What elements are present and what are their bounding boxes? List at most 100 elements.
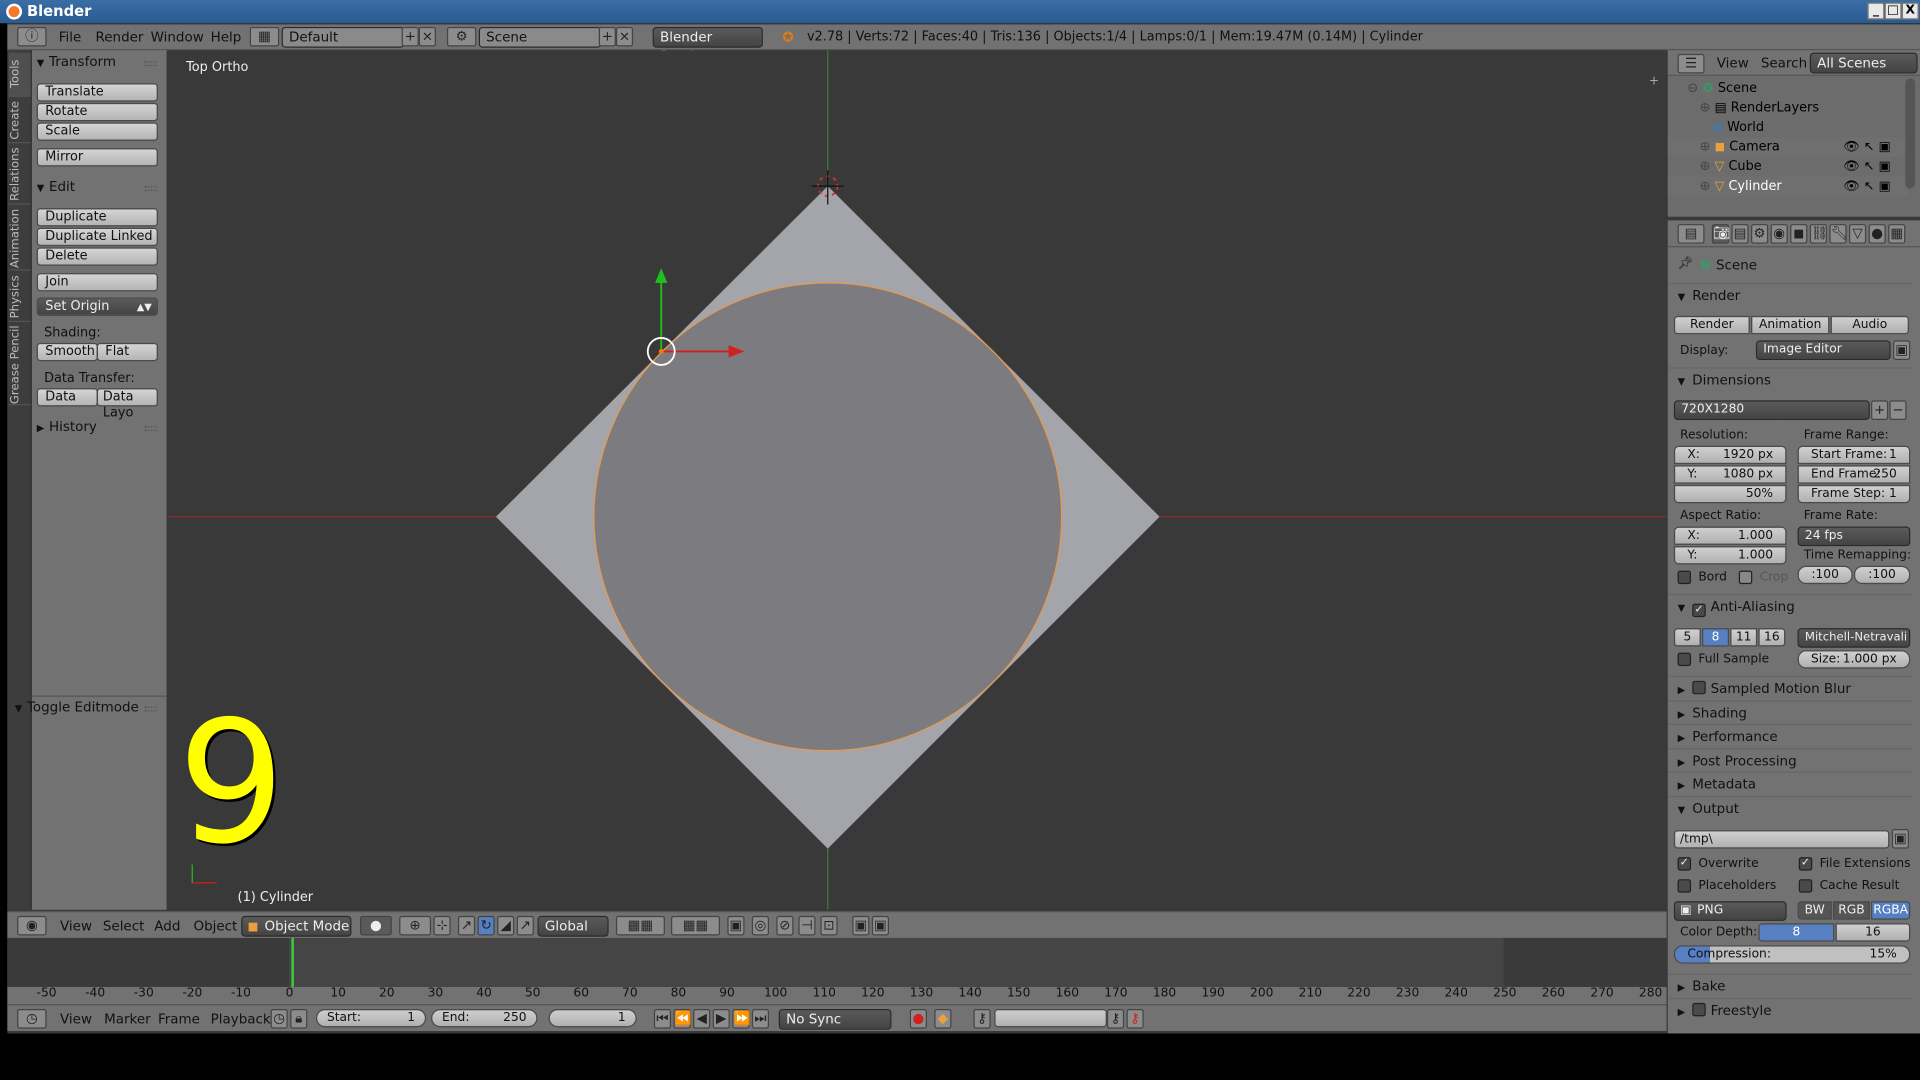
full-sample-checkbox[interactable]: [1677, 652, 1692, 667]
object-tab-icon[interactable]: ◼: [1790, 224, 1808, 244]
section-shading[interactable]: ▶ Shading: [1667, 700, 1913, 723]
set-origin-dropdown[interactable]: Set Origin ▲▼: [36, 297, 158, 316]
texture-tab-icon[interactable]: ▦: [1888, 224, 1906, 244]
layout-remove-icon[interactable]: ×: [418, 26, 436, 47]
section-motion-blur[interactable]: ▶ Sampled Motion Blur: [1667, 675, 1913, 699]
section-post-processing[interactable]: ▶ Post Processing: [1667, 748, 1913, 771]
layer-lock-icon[interactable]: ▣: [727, 915, 745, 936]
close-button[interactable]: X: [1901, 2, 1919, 20]
scene-icon[interactable]: ⚙: [446, 26, 477, 47]
motion-blur-checkbox[interactable]: [1692, 680, 1706, 695]
menu-object[interactable]: Object: [193, 917, 237, 935]
border-checkbox[interactable]: [1677, 570, 1692, 585]
fps-dropdown[interactable]: 24 fps: [1797, 526, 1911, 547]
pivot-point-icon[interactable]: ⊕: [399, 915, 432, 936]
scale-manipulator-icon[interactable]: ◢: [497, 915, 515, 936]
section-anti-aliasing[interactable]: ▼ ✓ Anti-Aliasing: [1667, 593, 1913, 618]
minimize-button[interactable]: _: [1867, 2, 1885, 20]
smooth-button[interactable]: Smooth: [36, 342, 98, 362]
outliner-scrollbar[interactable]: [1905, 78, 1916, 189]
duplicate-button[interactable]: Duplicate: [36, 208, 158, 227]
orientation-dropdown[interactable]: Global: [537, 915, 609, 937]
aa-filter-dropdown[interactable]: Mitchell-Netravali: [1797, 628, 1911, 648]
outliner-item-camera[interactable]: ⊕ ◼ Camera 👁︎ ↖ ▣: [1667, 137, 1908, 157]
display-dropdown[interactable]: Image Editor: [1755, 340, 1891, 361]
outliner-item-cylinder[interactable]: ⊕ ▽ Cylinder 👁︎ ↖ ▣: [1667, 176, 1908, 196]
panel-grip-icon[interactable]: [144, 61, 157, 67]
insert-keyframe-icon[interactable]: ⚷: [1106, 1008, 1125, 1029]
active-keying-set-field[interactable]: [994, 1008, 1107, 1028]
tab-grease-pencil[interactable]: Grease Pencil: [8, 324, 31, 406]
color-rgba-button[interactable]: RGBA: [1871, 901, 1911, 920]
play-reverse-icon[interactable]: ◀: [693, 1008, 711, 1029]
cylinder-object[interactable]: [593, 282, 1063, 752]
outliner-item-cube[interactable]: ⊕ ▽ Cube 👁︎ ↖ ▣: [1668, 157, 1908, 177]
end-frame-prop-field[interactable]: End Frame: 250: [1797, 465, 1911, 484]
scene-remove-icon[interactable]: ×: [615, 26, 634, 47]
section-render[interactable]: ▼ Render: [1667, 282, 1913, 306]
outliner-menu-view[interactable]: View: [1717, 54, 1749, 72]
color-rgb-button[interactable]: RGB: [1833, 901, 1870, 920]
preset-add-icon[interactable]: +: [1871, 400, 1889, 421]
current-frame-field[interactable]: 1: [548, 1008, 637, 1028]
preview-range-icon[interactable]: ◷: [270, 1008, 288, 1029]
file-extensions-checkbox[interactable]: ✓: [1798, 857, 1813, 871]
timeline-menu-playback[interactable]: Playback: [211, 1010, 271, 1028]
viewport-canvas[interactable]: [167, 50, 1667, 910]
pin-icon[interactable]: 📌︎: [1678, 257, 1694, 270]
3d-viewport[interactable]: Top Ortho 9 (1) Cylinder +: [167, 50, 1667, 910]
aa-samples-11[interactable]: 11: [1730, 628, 1758, 647]
panel-grip-icon[interactable]: [144, 186, 157, 192]
material-tab-icon[interactable]: ●: [1868, 224, 1886, 244]
aa-samples-16[interactable]: 16: [1758, 628, 1786, 647]
scale-button[interactable]: Scale: [36, 122, 158, 141]
outliner-item-world[interactable]: ◉ World: [1668, 118, 1908, 138]
transform-orientation-icon[interactable]: ↗: [516, 915, 534, 936]
section-bake[interactable]: ▶ Bake: [1667, 973, 1913, 996]
res-percentage-field[interactable]: 50%: [1673, 484, 1787, 504]
remap-old-field[interactable]: :100: [1797, 565, 1853, 585]
res-x-field[interactable]: X: 1920 px: [1673, 445, 1787, 465]
menu-view[interactable]: View: [60, 917, 92, 935]
outliner-menu-search[interactable]: Search: [1761, 54, 1807, 72]
delete-button[interactable]: Delete: [36, 247, 158, 266]
menu-help[interactable]: Help: [211, 28, 242, 46]
remap-new-field[interactable]: :100: [1853, 565, 1911, 585]
color-depth-16[interactable]: 16: [1835, 923, 1911, 942]
jump-start-icon[interactable]: ⏮: [653, 1008, 672, 1029]
scene-selector[interactable]: Scene: [478, 26, 602, 48]
overwrite-checkbox[interactable]: ✓: [1677, 857, 1692, 871]
preset-remove-icon[interactable]: −: [1889, 400, 1907, 421]
menu-render[interactable]: Render: [96, 28, 144, 46]
timeline-editor-icon[interactable]: ◷: [17, 1008, 47, 1029]
panel-history-header[interactable]: ▶ History: [37, 419, 97, 435]
output-path-field[interactable]: /tmp\: [1673, 830, 1890, 849]
current-frame-marker[interactable]: [291, 937, 294, 987]
outliner-editor-icon[interactable]: ☰: [1677, 53, 1705, 74]
tab-tools[interactable]: Tools: [8, 52, 31, 97]
aa-samples-5[interactable]: 5: [1673, 628, 1701, 647]
keying-set-select-icon[interactable]: ⚷: [973, 1008, 991, 1029]
freestyle-checkbox[interactable]: [1692, 1002, 1706, 1017]
timeline-menu-frame[interactable]: Frame: [158, 1010, 200, 1028]
menu-select[interactable]: Select: [103, 917, 145, 935]
panel-edit-header[interactable]: ▼ Edit: [37, 179, 75, 195]
scene-add-icon[interactable]: +: [598, 26, 616, 47]
outliner-display-dropdown[interactable]: All Scenes: [1809, 52, 1918, 74]
menu-file[interactable]: File: [59, 28, 82, 46]
start-frame-prop-field[interactable]: Start Frame: 1: [1797, 445, 1911, 465]
start-frame-field[interactable]: Start: 1: [315, 1008, 427, 1028]
panel-toggle-editmode-header[interactable]: ▼ Toggle Editmode: [15, 699, 139, 715]
3d-view-editor-icon[interactable]: ◉: [17, 915, 47, 936]
aa-size-field[interactable]: Size: 1.000 px: [1797, 650, 1911, 669]
render-tab-icon[interactable]: 📷︎: [1711, 224, 1730, 244]
flat-button[interactable]: Flat: [96, 342, 158, 362]
jump-end-icon[interactable]: ⏭: [751, 1008, 769, 1029]
delete-keyframe-icon[interactable]: ⚷: [1126, 1008, 1144, 1029]
rotate-manipulator-icon[interactable]: ↻: [477, 915, 495, 936]
constraints-tab-icon[interactable]: ⛓: [1809, 224, 1828, 244]
tab-create[interactable]: Create: [8, 99, 31, 144]
sync-dropdown[interactable]: No Sync: [778, 1008, 892, 1030]
data-button[interactable]: Data: [36, 388, 98, 407]
keying-set-icon[interactable]: ◆: [934, 1008, 952, 1029]
